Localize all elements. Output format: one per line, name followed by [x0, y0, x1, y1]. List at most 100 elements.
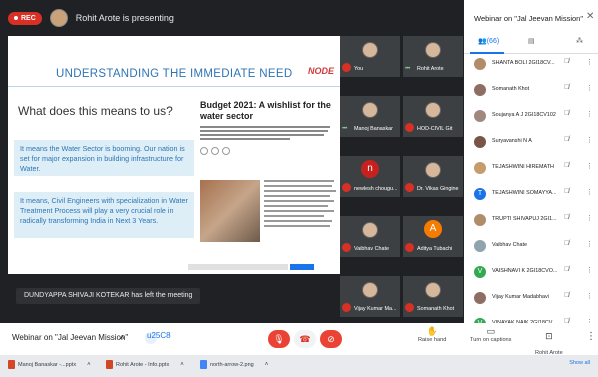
more-options-icon[interactable]: ⋮ — [586, 162, 593, 170]
participant-row[interactable]: T TEJASHWINI SOMAYYA... 🎙̸ ⋮ — [464, 186, 598, 202]
more-options-icon[interactable]: ⋮ — [586, 266, 593, 274]
recording-badge: REC — [8, 11, 42, 25]
tab-activities[interactable]: ⁂ — [576, 37, 583, 45]
tile-name: Manoj Banaskar — [354, 126, 393, 132]
muted-mic-icon[interactable]: 🎙̸ — [564, 84, 569, 91]
muted-mic-icon — [342, 303, 351, 312]
participant-row[interactable]: V VAISHNAVI K 2GI18CVO... 🎙̸ ⋮ — [464, 264, 598, 280]
participant-row[interactable]: SHANTA BOLI 2GI18CV... 🎙̸ ⋮ — [464, 56, 598, 72]
chevron-up-icon[interactable]: ˄ — [265, 362, 269, 368]
tile[interactable]: ••• Manoj Banaskar — [340, 96, 400, 137]
muted-mic-icon[interactable]: 🎙̸ — [564, 188, 569, 195]
tab-people[interactable]: 👥(66) — [478, 37, 499, 45]
more-options-icon[interactable]: ⋮ — [586, 292, 593, 300]
tile[interactable]: Somanath Khot — [403, 276, 463, 317]
tile[interactable]: ••• Rohit Arote — [403, 36, 463, 77]
panel-title: Webinar on "Jal Jeevan Mission" — [474, 14, 583, 23]
avatar: V — [474, 266, 486, 278]
participant-name: TRUPTI SHIVAPUJ 2GI1... — [492, 216, 557, 222]
avatar: T — [474, 188, 486, 200]
muted-mic-icon[interactable]: 🎙̸ — [564, 110, 569, 117]
participant-row[interactable]: Vaibhav Chate 🎙̸ ⋮ — [464, 238, 598, 254]
more-options-icon[interactable]: ⋮ — [586, 240, 593, 248]
chevron-up-icon[interactable]: ˄ — [180, 362, 184, 368]
download-item[interactable]: north-arrow-2.png ˄ — [200, 360, 268, 369]
more-options-icon[interactable]: ⋮ — [586, 84, 593, 92]
avatar — [474, 214, 486, 226]
muted-mic-icon[interactable]: 🎙̸ — [564, 240, 569, 247]
article-image — [200, 180, 260, 242]
speaking-indicator-icon: ••• — [342, 126, 347, 132]
participant-photo — [425, 282, 441, 298]
more-options-icon[interactable]: ⋮ — [586, 136, 593, 144]
participant-photo — [362, 102, 378, 118]
download-name: Manoj Banaskar -...pptx — [18, 361, 77, 368]
muted-mic-icon[interactable]: 🎙̸ — [564, 136, 569, 143]
raise-hand-button[interactable]: ✋ Raise hand — [418, 326, 446, 343]
muted-mic-icon — [342, 183, 351, 192]
tile[interactable]: A Aditya Tubachi — [403, 216, 463, 257]
participant-row[interactable]: TEJASHWINI HIREMATH 🎙̸ ⋮ — [464, 160, 598, 176]
tab-chat[interactable]: ▤ — [528, 37, 535, 45]
slide-box-2: It means, Civil Engineers with specializ… — [14, 192, 194, 238]
tile[interactable]: You — [340, 36, 400, 77]
camera-toggle-button[interactable]: ⊘ — [320, 330, 342, 348]
download-item[interactable]: Manoj Banaskar -...pptx ˄ — [8, 360, 91, 369]
avatar — [474, 110, 486, 122]
tile[interactable]: HOD-CIVIL Git — [403, 96, 463, 137]
muted-mic-icon[interactable]: 🎙̸ — [564, 292, 569, 299]
chevron-up-icon[interactable]: ˄ — [120, 333, 125, 342]
more-options-icon[interactable]: ⋮ — [586, 58, 593, 66]
leave-call-button[interactable]: ☎ — [294, 330, 316, 348]
tile[interactable]: Dr. Vikas Gingine — [403, 156, 463, 197]
participant-row[interactable]: Soujanya A J 2GI18CV102 🎙̸ ⋮ — [464, 108, 598, 124]
more-options-icon[interactable]: ⋮ — [586, 331, 596, 342]
muted-mic-icon — [405, 123, 414, 132]
tile[interactable]: Vijay Kumar Ma... — [340, 276, 400, 317]
participant-photo — [362, 222, 378, 238]
participant-name: Vaibhav Chate — [492, 242, 527, 248]
tile-name: Vaibhav Chate — [354, 246, 389, 252]
captions-button[interactable]: ▭ Turn on captions — [470, 326, 511, 343]
mic-toggle-button[interactable]: 🎙 — [268, 330, 290, 348]
tile-name: Somanath Khot — [417, 306, 455, 312]
muted-mic-icon[interactable]: 🎙̸ — [564, 162, 569, 169]
muted-mic-icon — [405, 183, 414, 192]
download-item[interactable]: Rohit Arote - Info.pptx ˄ — [106, 360, 184, 369]
more-options-icon[interactable]: ⋮ — [586, 110, 593, 118]
tile[interactable]: n newlesh chougu... — [340, 156, 400, 197]
participant-row[interactable]: Somanath Khot 🎙̸ ⋮ — [464, 82, 598, 98]
participant-row[interactable]: Suryavanshi N A 🎙̸ ⋮ — [464, 134, 598, 150]
meeting-title[interactable]: Webinar on "Jal Jeevan Mission" — [12, 333, 128, 342]
close-icon[interactable]: ✕ — [586, 11, 594, 22]
slide-logo: NODE — [307, 66, 334, 76]
tile[interactable]: Vaibhav Chate — [340, 216, 400, 257]
muted-mic-icon[interactable]: 🎙̸ — [564, 266, 569, 273]
muted-mic-icon — [405, 243, 414, 252]
avatar — [474, 84, 486, 96]
participant-photo — [362, 42, 378, 58]
muted-mic-icon[interactable]: 🎙̸ — [564, 214, 569, 221]
image-file-icon — [200, 360, 207, 369]
muted-mic-icon — [342, 243, 351, 252]
more-options-icon[interactable]: ⋮ — [586, 214, 593, 222]
article-summary-lines — [200, 126, 336, 140]
chevron-up-icon[interactable]: ˄ — [87, 362, 91, 368]
tile-name: Dr. Vikas Gingine — [417, 186, 459, 192]
present-icon: ⊡ — [545, 330, 553, 341]
avatar — [474, 162, 486, 174]
participant-name: TEJASHWINI HIREMATH — [492, 164, 554, 170]
download-bar: Manoj Banaskar -...pptx ˄ Rohit Arote - … — [0, 355, 598, 377]
tile-name: Rohit Arote — [417, 66, 444, 72]
participant-row[interactable]: Vijay Kumar Madabhavi 🎙̸ ⋮ — [464, 290, 598, 306]
participant-photo — [425, 102, 441, 118]
shield-icon[interactable] — [145, 331, 171, 344]
show-all-button[interactable]: Show all — [569, 360, 590, 366]
tile-name: Vijay Kumar Ma... — [354, 306, 397, 312]
participant-row[interactable]: TRUPTI SHIVAPUJ 2GI1... 🎙̸ ⋮ — [464, 212, 598, 228]
muted-mic-icon[interactable]: 🎙̸ — [564, 58, 569, 65]
rec-label: REC — [21, 14, 36, 22]
participant-photo — [425, 162, 441, 178]
participant-letter-avatar: A — [424, 220, 442, 238]
more-options-icon[interactable]: ⋮ — [586, 188, 593, 196]
